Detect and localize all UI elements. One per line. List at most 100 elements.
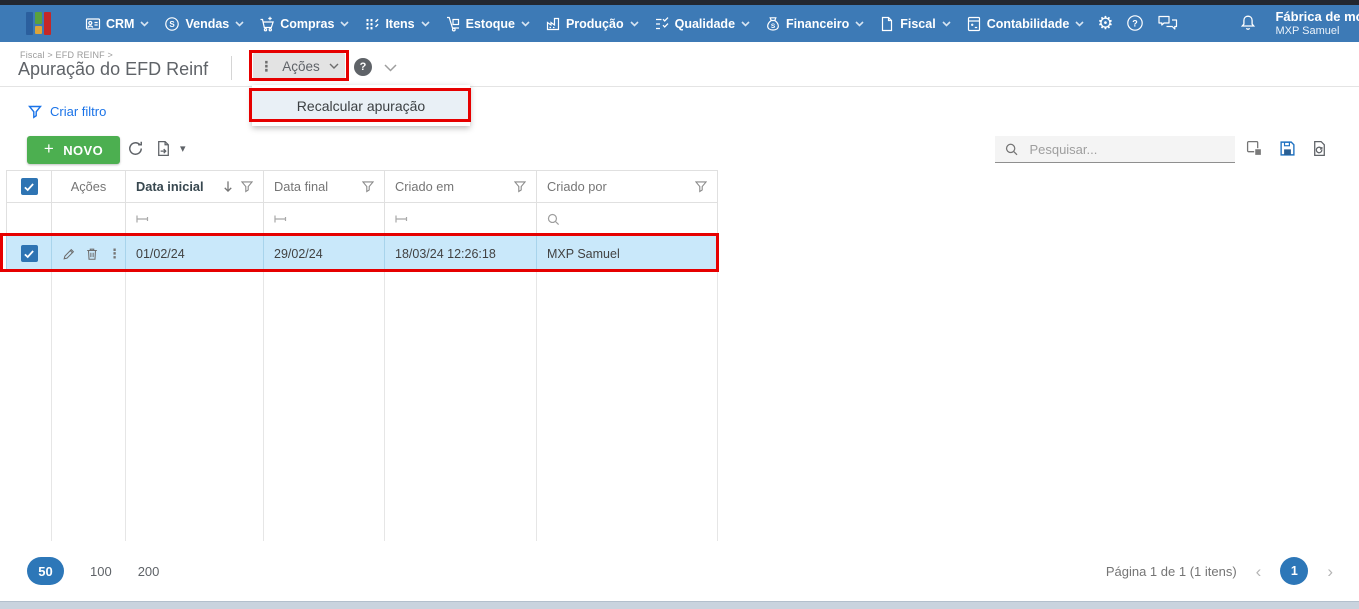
filter-acoes-cell [52,203,126,235]
filter-funnel-icon[interactable] [362,180,374,193]
menu-producao[interactable]: Produção [545,16,639,32]
empty-column [537,271,718,541]
column-chooser-icon[interactable] [1246,140,1263,157]
quality-checklist-icon [654,16,670,32]
current-page-button[interactable]: 1 [1280,557,1309,585]
account-company: Fábrica de móveis - Ma... [1275,8,1359,24]
filter-funnel-icon[interactable] [514,180,526,193]
empty-column [6,271,52,541]
menu-fiscal[interactable]: Fiscal [879,16,951,32]
page-size-50[interactable]: 50 [27,557,64,585]
empty-column [126,271,264,541]
search-icon [547,213,560,225]
delete-trash-icon[interactable] [85,247,99,261]
menu-vendas[interactable]: S Vendas [164,16,244,32]
bell-icon[interactable] [1239,14,1257,33]
chevron-down-icon [421,20,430,27]
table-row[interactable]: ⋮ 01/02/24 29/02/24 18/03/24 12:26:18 MX… [6,236,718,271]
column-label: Criado em [395,179,455,194]
menu-qualidade[interactable]: Qualidade [654,16,750,32]
header-criado-por[interactable]: Criado por [537,171,718,202]
menu-itens[interactable]: Itens [364,16,430,32]
menu-crm[interactable]: CRM [85,16,150,32]
table-empty-area [6,271,718,541]
empty-column [264,271,385,541]
page-size-200[interactable]: 200 [138,564,160,579]
row-kebab-icon[interactable]: ⋮ [108,246,121,262]
chat-icon[interactable] [1157,15,1179,32]
dropdown-item-recalcular[interactable]: Recalcular apuração [252,89,470,122]
apuracao-table: Ações Data inicial Data final Criado em … [6,170,718,541]
select-all-checkbox[interactable] [20,178,38,195]
menu-label: CRM [106,16,135,31]
header-data-final[interactable]: Data final [264,171,385,202]
filter-funnel-icon[interactable] [695,180,707,193]
accounting-calculator-icon [966,16,982,32]
new-button-label: NOVO [63,142,104,158]
logo-bar-blue [26,12,33,35]
collapse-chevron-icon[interactable] [384,64,397,72]
header-separator [0,86,1359,87]
filter-funnel-icon [28,105,42,119]
row-checkbox[interactable] [20,245,38,262]
menu-label: Compras [280,16,335,31]
account-switcher[interactable]: Fábrica de móveis - Ma... MXP Samuel [1275,8,1359,38]
chevron-down-icon [140,20,150,27]
table-filter-row [6,203,718,236]
help-circle-icon[interactable]: ? [1126,14,1144,32]
filter-funnel-icon[interactable] [241,180,253,193]
reset-layout-icon[interactable] [1311,140,1328,157]
filter-data-final[interactable] [264,203,385,235]
column-label: Data inicial [136,179,204,194]
chevron-down-icon [1075,20,1084,27]
check-icon [24,249,34,258]
sales-dollar-icon: S [164,16,180,32]
crm-person-icon [85,16,101,32]
menu-estoque[interactable]: Estoque [445,16,530,32]
app-logo[interactable] [26,12,51,35]
create-filter-link[interactable]: Criar filtro [28,104,106,119]
menu-contabilidade[interactable]: Contabilidade [966,16,1085,32]
header-criado-em[interactable]: Criado em [385,171,537,202]
search-input[interactable] [1027,140,1225,158]
actions-button[interactable]: ⋮ Ações [253,53,345,79]
question-mark-icon: ? [359,61,367,73]
actions-button-label: Ações [282,58,320,74]
items-grid-icon [364,16,380,32]
export-document-icon[interactable] [155,140,172,157]
chevron-down-icon [340,20,350,27]
filter-data-inicial[interactable] [126,203,264,235]
filter-criado-por[interactable] [537,203,718,235]
cell-value: 18/03/24 12:26:18 [395,246,496,261]
filter-criado-em[interactable] [385,203,537,235]
row-actions-cell: ⋮ [52,236,126,271]
actions-dropdown: Recalcular apuração [252,85,470,126]
chevron-down-icon [942,20,951,27]
gear-icon[interactable]: ⚙ [1097,14,1113,32]
new-button[interactable]: + NOVO [27,136,120,164]
save-layout-icon[interactable] [1279,140,1296,157]
horizontal-scrollbar[interactable] [0,601,1359,609]
menu-financeiro[interactable]: S Financeiro [765,16,864,32]
chevron-down-icon [329,63,339,69]
page-help-button[interactable]: ? [354,58,372,76]
page-size-100[interactable]: 100 [90,564,112,579]
account-user: MXP Samuel [1275,24,1340,37]
previous-page-chevron-icon[interactable]: ‹ [1256,563,1262,580]
next-page-chevron-icon[interactable]: › [1327,563,1333,580]
export-caret-icon[interactable]: ▾ [180,142,186,155]
menu-label: Financeiro [786,16,850,31]
header-data-inicial[interactable]: Data inicial [126,171,264,202]
row-select-cell [6,236,52,271]
cell-criado-em: 18/03/24 12:26:18 [385,236,537,271]
column-label: Criado por [547,179,607,194]
pagination-info: Página 1 de 1 (1 itens) [1105,563,1237,579]
fiscal-document-icon [879,16,895,32]
cell-criado-por: MXP Samuel [537,236,718,271]
edit-pencil-icon[interactable] [62,247,76,261]
page-size-selector: 50 100 200 [27,557,159,585]
kebab-icon: ⋮ [259,57,274,74]
chevron-down-icon [521,20,530,27]
menu-compras[interactable]: Compras [259,16,350,32]
refresh-icon[interactable] [127,140,144,157]
